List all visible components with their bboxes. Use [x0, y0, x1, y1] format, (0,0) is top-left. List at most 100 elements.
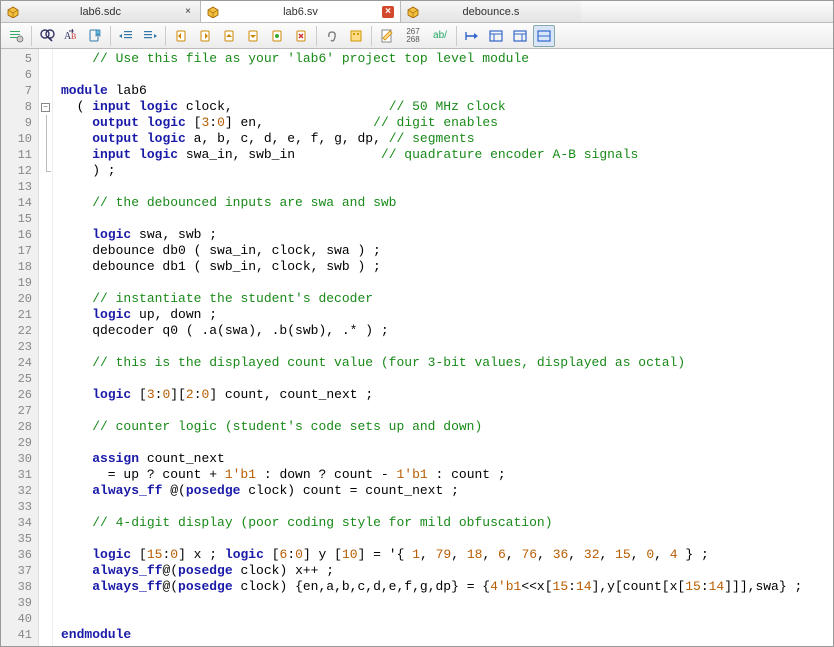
- fold-cell: [39, 163, 52, 179]
- code-line[interactable]: output logic [3:0] en, // digit enables: [61, 115, 833, 131]
- line-number: 14: [1, 195, 38, 211]
- fold-column: −: [39, 49, 53, 646]
- close-icon[interactable]: ×: [382, 6, 394, 18]
- fold-cell: [39, 211, 52, 227]
- fold-cell: [39, 227, 52, 243]
- code-line[interactable]: [61, 339, 833, 355]
- bookmark-toggle-icon[interactable]: [84, 25, 106, 47]
- code-line[interactable]: input logic swa_in, swb_in // quadrature…: [61, 147, 833, 163]
- code-line[interactable]: [61, 179, 833, 195]
- code-line[interactable]: [61, 499, 833, 515]
- find-icon[interactable]: [36, 25, 58, 47]
- line-number: 9: [1, 115, 38, 131]
- code-line[interactable]: = up ? count + 1'b1 : down ? count - 1'b…: [61, 467, 833, 483]
- counter-bot: 268: [406, 36, 419, 44]
- code-line[interactable]: // Use this file as your 'lab6' project …: [61, 51, 833, 67]
- fold-cell: [39, 131, 52, 147]
- code-line[interactable]: qdecoder q0 ( .a(swa), .b(swb), .* ) ;: [61, 323, 833, 339]
- settings-list-icon[interactable]: [5, 25, 27, 47]
- code-line[interactable]: [61, 403, 833, 419]
- code-line[interactable]: always_ff @(posedge clock) count = count…: [61, 483, 833, 499]
- code-line[interactable]: // this is the displayed count value (fo…: [61, 355, 833, 371]
- code-line[interactable]: logic [15:0] x ; logic [6:0] y [10] = '{…: [61, 547, 833, 563]
- code-line[interactable]: always_ff@(posedge clock) x++ ;: [61, 563, 833, 579]
- tab-debounce[interactable]: debounce.s: [401, 1, 581, 22]
- code-line[interactable]: // counter logic (student's code sets up…: [61, 419, 833, 435]
- attach-icon[interactable]: [321, 25, 343, 47]
- code-line[interactable]: ) ;: [61, 163, 833, 179]
- line-number-gutter: 5678910111213141516171819202122232425262…: [1, 49, 39, 646]
- nav-prev-icon[interactable]: [170, 25, 192, 47]
- line-number: 24: [1, 355, 38, 371]
- line-number: 34: [1, 515, 38, 531]
- code-line[interactable]: // instantiate the student's decoder: [61, 291, 833, 307]
- nav-up-icon[interactable]: [218, 25, 240, 47]
- layout-1-icon[interactable]: [485, 25, 507, 47]
- code-line[interactable]: logic [3:0][2:0] count, count_next ;: [61, 387, 833, 403]
- code-line[interactable]: logic swa, swb ;: [61, 227, 833, 243]
- code-line[interactable]: [61, 211, 833, 227]
- line-number: 21: [1, 307, 38, 323]
- line-number: 17: [1, 243, 38, 259]
- code-line[interactable]: [61, 275, 833, 291]
- code-line[interactable]: debounce db0 ( swa_in, clock, swa ) ;: [61, 243, 833, 259]
- fold-cell: [39, 355, 52, 371]
- code-line[interactable]: endmodule: [61, 627, 833, 643]
- code-line[interactable]: [61, 595, 833, 611]
- ab-compare-icon[interactable]: ab/: [428, 25, 452, 47]
- template-icon[interactable]: [345, 25, 367, 47]
- code-line[interactable]: [61, 435, 833, 451]
- fold-cell: [39, 547, 52, 563]
- code-line[interactable]: // 4-digit display (poor coding style fo…: [61, 515, 833, 531]
- code-line[interactable]: [61, 611, 833, 627]
- code-line[interactable]: always_ff@(posedge clock) {en,a,b,c,d,e,…: [61, 579, 833, 595]
- fold-cell: [39, 435, 52, 451]
- code-line[interactable]: [61, 371, 833, 387]
- code-line[interactable]: module lab6: [61, 83, 833, 99]
- tab-label: lab6.sv: [283, 6, 318, 18]
- layout-3-icon[interactable]: [533, 25, 555, 47]
- fold-cell: −: [39, 99, 52, 115]
- fold-cell: [39, 291, 52, 307]
- fold-toggle-icon[interactable]: −: [41, 103, 50, 112]
- line-counter[interactable]: 267 268: [400, 25, 426, 47]
- line-number: 23: [1, 339, 38, 355]
- fold-cell: [39, 563, 52, 579]
- line-number: 36: [1, 547, 38, 563]
- line-number: 29: [1, 435, 38, 451]
- line-number: 25: [1, 371, 38, 387]
- nav-down-icon[interactable]: [242, 25, 264, 47]
- separator: [371, 26, 372, 46]
- line-number: 19: [1, 275, 38, 291]
- code-content[interactable]: // Use this file as your 'lab6' project …: [53, 49, 833, 646]
- fold-cell: [39, 83, 52, 99]
- fold-cell: [39, 243, 52, 259]
- code-line[interactable]: ( input logic clock, // 50 MHz clock: [61, 99, 833, 115]
- fold-cell: [39, 67, 52, 83]
- code-line[interactable]: logic up, down ;: [61, 307, 833, 323]
- ab-label: ab/: [433, 30, 447, 41]
- fold-cell: [39, 275, 52, 291]
- find-replace-icon[interactable]: AB: [60, 25, 82, 47]
- nav-home-icon[interactable]: [266, 25, 288, 47]
- code-line[interactable]: [61, 531, 833, 547]
- svg-text:B: B: [71, 32, 76, 41]
- close-icon[interactable]: ×: [182, 6, 194, 18]
- tab-lab6-sv[interactable]: lab6.sv ×: [201, 1, 401, 22]
- code-line[interactable]: // the debounced inputs are swa and swb: [61, 195, 833, 211]
- edit-doc-icon[interactable]: [376, 25, 398, 47]
- tab-run-icon[interactable]: [461, 25, 483, 47]
- code-line[interactable]: output logic a, b, c, d, e, f, g, dp, //…: [61, 131, 833, 147]
- code-line[interactable]: debounce db1 ( swb_in, clock, swb ) ;: [61, 259, 833, 275]
- fold-cell: [39, 419, 52, 435]
- line-number: 8: [1, 99, 38, 115]
- outdent-icon[interactable]: [115, 25, 137, 47]
- code-line[interactable]: assign count_next: [61, 451, 833, 467]
- toolbar: AB 267 268 ab/: [1, 23, 833, 49]
- indent-icon[interactable]: [139, 25, 161, 47]
- code-line[interactable]: [61, 67, 833, 83]
- tab-lab6-sdc[interactable]: lab6.sdc ×: [1, 1, 201, 22]
- nav-delete-icon[interactable]: [290, 25, 312, 47]
- layout-2-icon[interactable]: [509, 25, 531, 47]
- nav-next-icon[interactable]: [194, 25, 216, 47]
